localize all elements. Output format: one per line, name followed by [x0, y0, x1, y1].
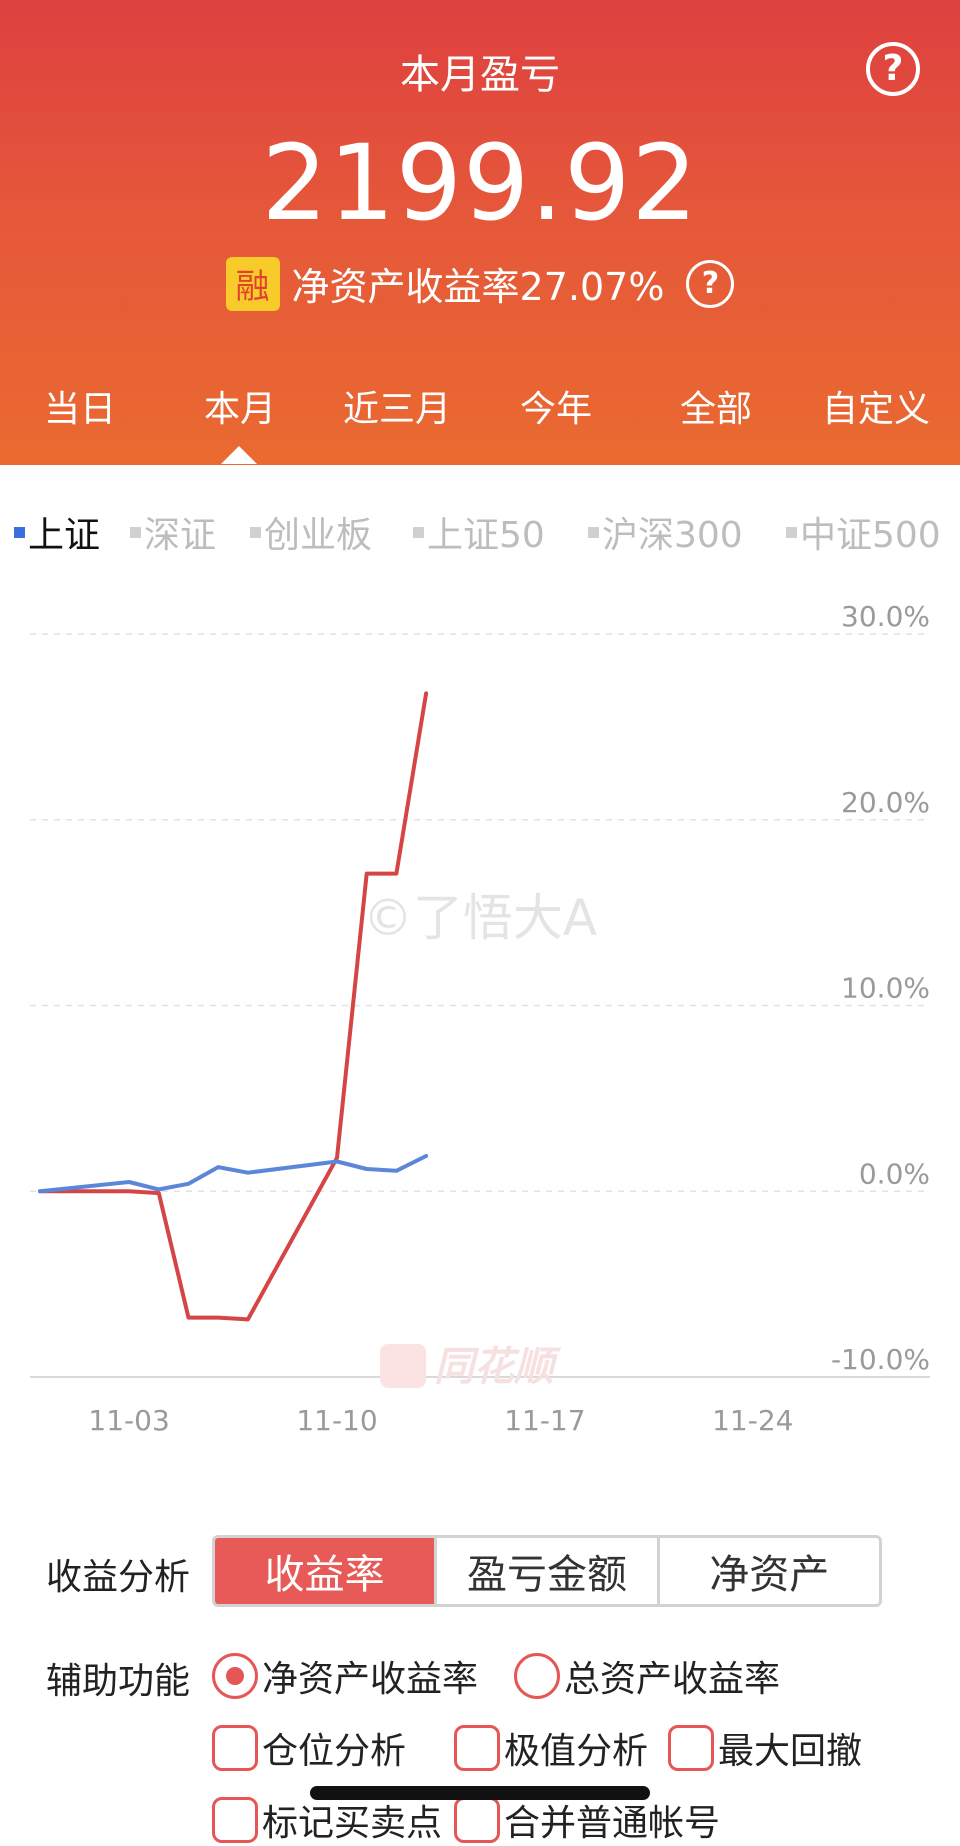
- x-tick-label: 11-24: [712, 1404, 793, 1437]
- checkbox-position-analysis[interactable]: 仓位分析: [212, 1722, 406, 1774]
- index-tab-sse50[interactable]: 上证50: [413, 506, 545, 558]
- index-tab-chinext[interactable]: 创业板: [250, 506, 372, 558]
- checkbox-extreme-analysis[interactable]: 极值分析: [454, 1722, 648, 1774]
- radio-label: 净资产收益率: [262, 1659, 479, 1700]
- segment-pnl-amount[interactable]: 盈亏金额: [434, 1538, 656, 1604]
- index-tab-shanghai[interactable]: 上证: [14, 506, 100, 558]
- y-tick-label: 0.0%: [859, 1157, 930, 1190]
- checkbox-label: 最大回撤: [718, 1731, 863, 1772]
- index-tab-label: 上证: [28, 515, 101, 556]
- checkbox-label: 极值分析: [504, 1731, 649, 1772]
- legend-square-icon: [786, 526, 797, 538]
- index-return-line: [38, 1154, 429, 1194]
- tab-today[interactable]: 当日: [0, 380, 160, 432]
- period-tabs: 当日 本月 近三月 今年 全部 自定义: [0, 380, 960, 430]
- legend-square-icon: [14, 526, 25, 538]
- aux-label: 辅助功能: [46, 1661, 191, 1702]
- radio-unchecked-icon: [514, 1653, 560, 1699]
- author-watermark: ©了悟大A: [363, 889, 597, 947]
- active-tab-indicator: [221, 446, 257, 464]
- margin-badge: 融: [225, 256, 280, 311]
- home-indicator: [310, 1786, 650, 1800]
- legend-square-icon: [588, 526, 599, 538]
- y-tick-label: -10.0%: [831, 1343, 930, 1376]
- index-tab-label: 沪深300: [602, 515, 743, 556]
- y-tick-label: 10.0%: [841, 972, 930, 1005]
- y-tick-label: 30.0%: [841, 600, 930, 633]
- checkbox-icon: [454, 1725, 500, 1771]
- tab-three-months[interactable]: 近三月: [317, 380, 477, 432]
- radio-label: 总资产收益率: [564, 1659, 781, 1700]
- radio-checked-icon: [212, 1653, 258, 1699]
- radio-total-asset-return[interactable]: 总资产收益率: [514, 1650, 780, 1702]
- y-tick-label: 20.0%: [841, 786, 930, 819]
- brand-watermark-text: 同花顺: [434, 1344, 561, 1390]
- tab-all[interactable]: 全部: [636, 380, 796, 432]
- index-tab-csi300[interactable]: 沪深300: [588, 506, 743, 558]
- checkbox-icon: [212, 1725, 258, 1771]
- checkbox-mark-trades[interactable]: 标记买卖点: [212, 1794, 442, 1846]
- checkbox-icon: [212, 1797, 258, 1843]
- checkbox-max-drawdown[interactable]: 最大回撤: [668, 1722, 862, 1774]
- analysis-segmented-control: 收益率 盈亏金额 净资产: [212, 1535, 882, 1607]
- index-tabs: 上证 深证 创业板 上证50 沪深300 中证500: [0, 506, 960, 556]
- x-tick-label: 11-03: [88, 1404, 169, 1437]
- analysis-label: 收益分析: [46, 1557, 191, 1598]
- roe-text: 净资产收益率27.07%: [291, 265, 665, 309]
- roe-row: 融 净资产收益率27.07% ?: [0, 256, 960, 311]
- return-line-chart: ©了悟大A 同花顺 30.0% 20.0% 10.0% 0.0% -10.0% 11-0…: [30, 600, 930, 1437]
- checkbox-merge-accounts[interactable]: 合并普通帐号: [454, 1794, 720, 1846]
- index-tab-shenzhen[interactable]: 深证: [130, 506, 216, 558]
- checkbox-label: 标记买卖点: [262, 1803, 443, 1844]
- x-tick-label: 11-10: [296, 1404, 377, 1437]
- radio-net-asset-return[interactable]: 净资产收益率: [212, 1650, 478, 1702]
- index-tab-csi500[interactable]: 中证500: [786, 506, 941, 558]
- legend-square-icon: [413, 526, 424, 538]
- checkbox-icon: [668, 1725, 714, 1771]
- question-circle-icon[interactable]: ?: [866, 42, 920, 96]
- brand-logo-icon: [380, 1344, 426, 1388]
- checkbox-label: 合并普通帐号: [504, 1803, 721, 1844]
- legend-square-icon: [250, 526, 261, 538]
- question-circle-icon[interactable]: ?: [686, 259, 735, 308]
- monthly-pnl-amount: 2199.92: [261, 122, 699, 244]
- index-tab-label: 创业板: [264, 515, 373, 556]
- pnl-header: 本月盈亏 ? 2199.92 融 净资产收益率27.07% ? 当日 本月 近三…: [0, 0, 960, 465]
- segment-return-rate[interactable]: 收益率: [215, 1538, 435, 1604]
- segment-net-assets[interactable]: 净资产: [656, 1538, 879, 1604]
- tab-custom[interactable]: 自定义: [796, 380, 956, 432]
- x-tick-label: 11-17: [504, 1404, 585, 1437]
- tab-this-month[interactable]: 本月: [160, 380, 320, 432]
- page-title: 本月盈亏: [400, 52, 560, 98]
- brand-watermark: 同花顺: [380, 1344, 561, 1390]
- tab-this-year[interactable]: 今年: [476, 380, 636, 432]
- checkbox-label: 仓位分析: [262, 1731, 407, 1772]
- index-tab-label: 中证500: [800, 515, 941, 556]
- portfolio-return-line: [38, 691, 429, 1322]
- index-tab-label: 上证50: [427, 515, 545, 556]
- legend-square-icon: [130, 526, 141, 538]
- index-tab-label: 深证: [144, 515, 217, 556]
- checkbox-icon: [454, 1797, 500, 1843]
